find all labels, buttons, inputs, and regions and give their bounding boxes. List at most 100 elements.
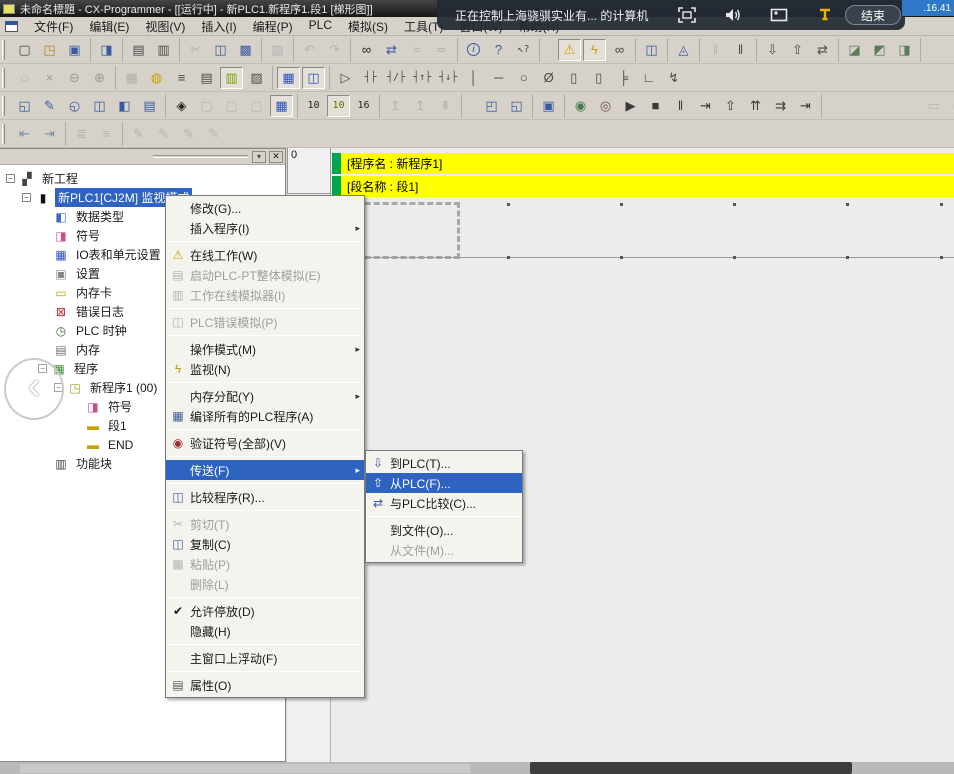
print-preview-button[interactable]: ▥ [152,39,175,61]
split-window-button[interactable]: ◧ [113,95,136,117]
select-mode-button[interactable]: ▷ [334,67,357,89]
monitor-decimal-button[interactable]: 10 [302,95,325,117]
indent-increase-button[interactable]: ⇥ [38,123,61,145]
online-simulator-button[interactable]: ◫ [640,39,663,61]
menu-edit[interactable]: 编辑(E) [81,16,137,37]
indent-decrease-button[interactable]: ⇤ [13,123,36,145]
work-online-toolbar-button[interactable]: ⚠ [558,39,581,61]
taskbar-segment-dark[interactable] [530,762,852,774]
load-window-data-button[interactable]: ◱ [505,95,528,117]
symbol-table-button[interactable]: ◍ [145,67,168,89]
stop-button[interactable]: ■ [644,95,667,117]
paste-button[interactable]: ▩ [234,39,257,61]
step-run-button[interactable]: ⇥ [694,95,717,117]
context-copy[interactable]: ◫复制(C) [166,534,364,554]
contact-closed-button[interactable]: ┤/├ [384,67,408,89]
context-insert-program[interactable]: 插入程序(I)▸ [166,218,364,238]
context-operating-mode[interactable]: 操作模式(M)▸ [166,339,364,359]
simulator-settings-button[interactable]: ▣ [537,95,560,117]
menu-program[interactable]: 编程(P) [245,16,301,37]
cross-reference-button[interactable]: ◈ [170,95,193,117]
local-symbols-button[interactable]: ▥ [220,67,243,89]
context-float-in-main-window[interactable]: 主窗口上浮动(F) [166,648,364,668]
io-comment-button[interactable]: ▤ [195,67,218,89]
upload-from-plc-button[interactable]: ⇧ [786,39,809,61]
save-button[interactable]: ▣ [63,39,86,61]
new-window-button[interactable]: ◱ [13,95,36,117]
context-hide[interactable]: 隐藏(H) [166,621,364,641]
grid-toggle-button[interactable]: ▦ [120,67,143,89]
scan-run-button[interactable]: ◎ [594,95,617,117]
online-edit-button[interactable]: ◪ [843,39,866,61]
menu-view[interactable]: 视图(V) [137,16,193,37]
zoom-in-button[interactable]: ⊕ [88,67,111,89]
context-work-online[interactable]: ⚠在线工作(W) [166,245,364,265]
context-verify-symbols-all[interactable]: ◉验证符号(全部)(V) [166,433,364,453]
menu-insert[interactable]: 插入(I) [193,16,244,37]
tools-icon[interactable] [815,6,835,24]
instruction-nc-button[interactable]: ▯ [587,67,610,89]
connect-line-button[interactable]: ∟ [637,67,660,89]
context-memory-allocation[interactable]: 内存分配(Y)▸ [166,386,364,406]
pause-simulator-button[interactable]: ◉ [569,95,592,117]
tree-close-button[interactable]: ✕ [269,151,283,163]
monitor-mode-button[interactable]: ϟ [583,39,606,61]
context-properties[interactable]: ▤属性(O) [166,675,364,695]
download-to-plc-button[interactable]: ⇩ [761,39,784,61]
coil-button[interactable]: ○ [512,67,535,89]
sound-icon[interactable] [723,6,743,24]
context-help-button[interactable]: ↖? [512,39,535,61]
coil-closed-button[interactable]: Ø [537,67,560,89]
submenu-from-plc[interactable]: ⇧从PLC(F)... [366,473,522,493]
monitor-signed-decimal-button[interactable]: 10 [327,95,350,117]
remote-collapse-arrow[interactable]: ‹ [4,358,64,420]
context-allow-docking[interactable]: ✔允许停放(D) [166,601,364,621]
window-icon[interactable] [769,6,789,24]
watch-window-button[interactable]: ◵ [63,95,86,117]
monitor-hex-button[interactable]: 16 [352,95,375,117]
views-table-button[interactable]: ▦ [277,67,300,89]
rung-numbers-button[interactable]: ▨ [245,67,268,89]
compare-with-plc-toolbar-button[interactable]: ⇄ [811,39,834,61]
tree-expander-icon[interactable]: − [6,174,15,183]
menu-file[interactable]: 文件(F) [26,16,81,37]
zoom-cross-button[interactable]: × [38,67,61,89]
run-to-end-button[interactable]: ⇥ [794,95,817,117]
invert-button[interactable]: ↯ [662,67,685,89]
submenu-compare-with-plc[interactable]: ⇄与PLC比较(C)... [366,493,522,513]
menu-plc[interactable]: PLC [301,16,340,37]
run-button[interactable]: ▶ [619,95,642,117]
save-window-data-button[interactable]: ◰ [480,95,503,117]
pause-simulation-button[interactable]: ‖ [669,95,692,117]
help-button[interactable]: ? [487,39,510,61]
print-button[interactable]: ▤ [127,39,150,61]
tree-combo-button[interactable]: ▾ [252,151,266,163]
step-over-button[interactable]: ⇈ [744,95,767,117]
contact-up-button[interactable]: ┤↑├ [410,67,434,89]
copy-button[interactable]: ◫ [209,39,232,61]
find-button[interactable]: ∞ [355,39,378,61]
send-changes-button[interactable]: ◩ [868,39,891,61]
context-modify[interactable]: 修改(G)... [166,198,364,218]
open-file-button[interactable]: ◳ [38,39,61,61]
context-compare-program[interactable]: ◫比较程序(R)... [166,487,364,507]
about-button[interactable]: i [462,39,485,61]
end-remote-button[interactable]: 结束 [845,5,901,25]
window-properties-button[interactable]: ▤ [138,95,161,117]
continuous-step-button[interactable]: ⇉ [769,95,792,117]
work-online-simulator-toolbar-button[interactable]: ◬ [672,39,695,61]
address-reference-button[interactable]: ⇄ [380,39,403,61]
vertical-line-button[interactable]: │ [462,67,485,89]
contact-down-button[interactable]: ┤↓├ [436,67,460,89]
io-table-window-button[interactable]: ▦ [270,95,293,117]
instruction-button[interactable]: ▯ [562,67,585,89]
edit-window-button[interactable]: ✎ [38,95,61,117]
context-monitor[interactable]: ϟ监视(N) [166,359,364,379]
contact-open-button[interactable]: ┤├ [359,67,382,89]
tree-expander-icon[interactable]: − [22,193,31,202]
submenu-to-file[interactable]: 到文件(O)... [366,520,522,540]
fb-invoke-button[interactable]: ╞ [612,67,635,89]
new-file-button[interactable]: ▢ [13,39,36,61]
release-online-edit-button[interactable]: ◨ [893,39,916,61]
step-into-button[interactable]: ⇧ [719,95,742,117]
